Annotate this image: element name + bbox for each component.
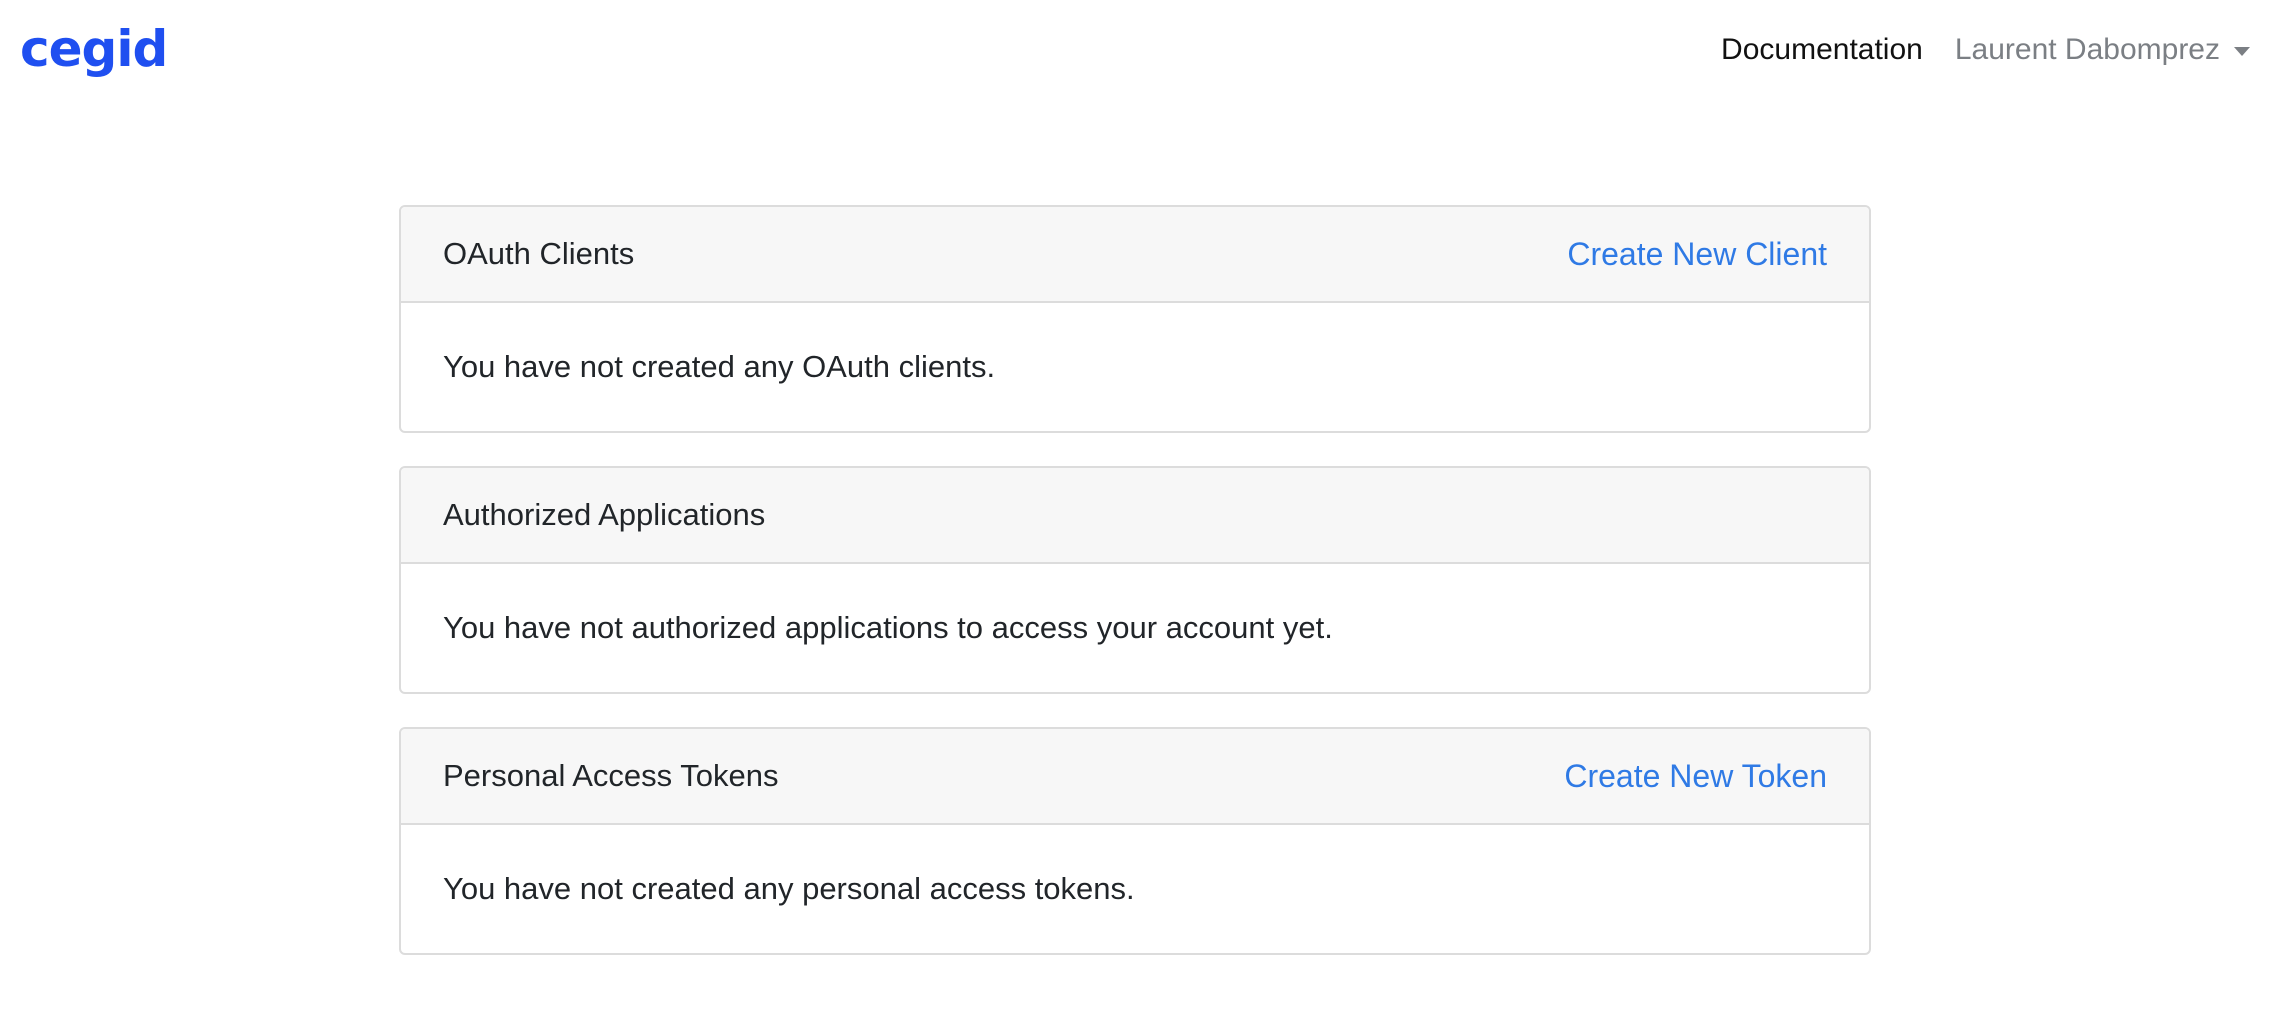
caret-down-icon <box>2234 46 2250 56</box>
empty-message: You have not authorized applications to … <box>443 610 1333 645</box>
main-content: OAuth Clients Create New Client You have… <box>399 205 1871 988</box>
card-header: Authorized Applications <box>401 468 1869 564</box>
navbar-right: Documentation Laurent Dabomprez <box>1721 22 2250 78</box>
card-title: Authorized Applications <box>443 497 766 532</box>
card-body: You have not authorized applications to … <box>401 564 1869 692</box>
user-name: Laurent Dabomprez <box>1954 33 2220 66</box>
oauth-clients-card: OAuth Clients Create New Client You have… <box>399 205 1871 433</box>
empty-message: You have not created any OAuth clients. <box>443 349 996 384</box>
create-new-client-link[interactable]: Create New Client <box>1567 236 1827 273</box>
card-header: OAuth Clients Create New Client <box>401 207 1869 303</box>
personal-access-tokens-card: Personal Access Tokens Create New Token … <box>399 727 1871 955</box>
user-dropdown[interactable]: Laurent Dabomprez <box>1955 22 2250 78</box>
empty-message: You have not created any personal access… <box>443 871 1135 906</box>
card-title: Personal Access Tokens <box>443 758 779 793</box>
card-header: Personal Access Tokens Create New Token <box>401 729 1869 825</box>
card-body: You have not created any OAuth clients. <box>401 303 1869 431</box>
top-navbar: cegid Documentation Laurent Dabomprez <box>0 0 2274 100</box>
documentation-link[interactable]: Documentation <box>1721 22 1923 78</box>
card-body: You have not created any personal access… <box>401 825 1869 953</box>
create-new-token-link[interactable]: Create New Token <box>1564 758 1827 795</box>
authorized-applications-card: Authorized Applications You have not aut… <box>399 466 1871 694</box>
card-title: OAuth Clients <box>443 236 635 271</box>
brand-logo[interactable]: cegid <box>20 14 168 84</box>
